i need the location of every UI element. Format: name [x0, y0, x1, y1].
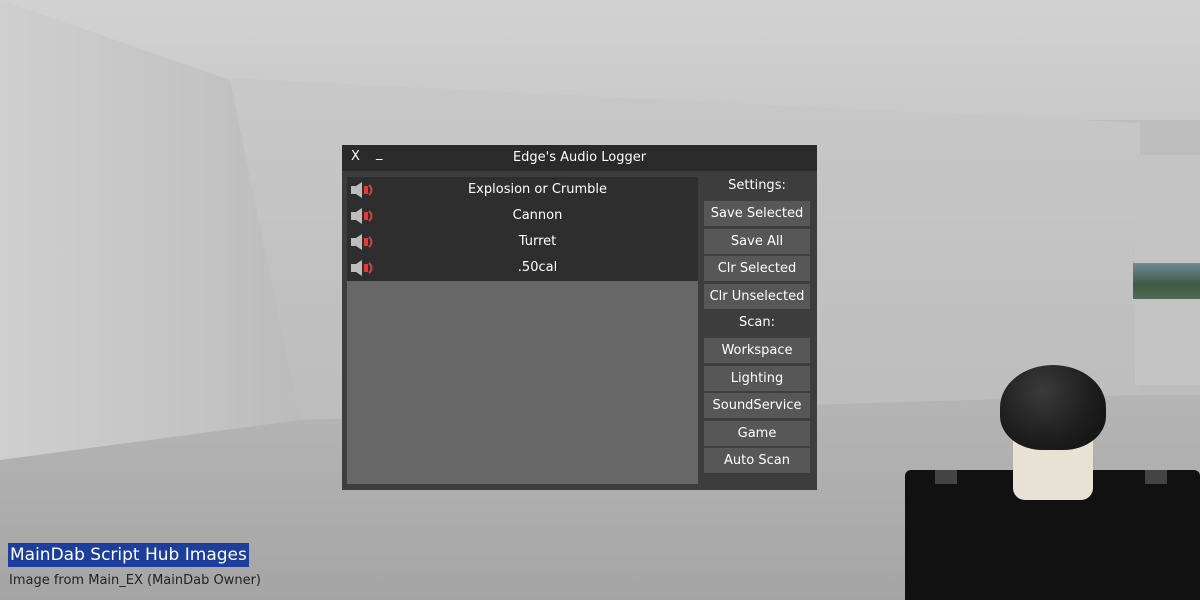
audio-name: Turret	[518, 234, 557, 249]
shoulder-stripe	[935, 470, 957, 484]
shoulder-stripe	[1145, 470, 1167, 484]
save-all-button[interactable]: Save All	[704, 228, 810, 254]
clear-unselected-button[interactable]: Clr Unselected	[704, 283, 810, 309]
window-title: Edge's Audio Logger	[512, 150, 647, 165]
list-item[interactable]: Cannon	[347, 203, 698, 229]
audio-logger-window: X _ Edge's Audio Logger Explosion or Cru…	[342, 145, 817, 490]
list-item[interactable]: .50cal	[347, 255, 698, 281]
side-panel: Settings: Save Selected Save All Clr Sel…	[704, 177, 810, 476]
list-item[interactable]: Explosion or Crumble	[347, 177, 698, 203]
audio-name: Explosion or Crumble	[467, 182, 608, 197]
speaker-icon[interactable]	[349, 233, 377, 251]
speaker-icon[interactable]	[349, 181, 377, 199]
title-bar: X _ Edge's Audio Logger	[342, 145, 817, 171]
watermark-subtitle: Image from Main_EX (MainDab Owner)	[9, 573, 262, 588]
scan-game-button[interactable]: Game	[704, 420, 810, 446]
speaker-icon[interactable]	[349, 207, 377, 225]
distant-window	[1133, 263, 1200, 299]
clear-selected-button[interactable]: Clr Selected	[704, 256, 810, 281]
save-selected-button[interactable]: Save Selected	[704, 201, 810, 226]
character-hat	[1000, 365, 1106, 450]
settings-label: Settings:	[728, 178, 786, 193]
audio-name: .50cal	[517, 260, 558, 275]
audio-name: Cannon	[512, 208, 563, 223]
watermark-title: MainDab Script Hub Images	[8, 543, 249, 567]
scan-lighting-button[interactable]: Lighting	[704, 365, 810, 391]
speaker-icon[interactable]	[349, 259, 377, 277]
audio-list[interactable]: Explosion or Crumble Cannon Turret .50ca…	[347, 177, 698, 484]
auto-scan-button[interactable]: Auto Scan	[704, 448, 810, 473]
scan-soundservice-button[interactable]: SoundService	[704, 393, 810, 418]
list-item[interactable]: Turret	[347, 229, 698, 255]
player-character	[905, 365, 1200, 600]
scan-label: Scan:	[739, 315, 775, 330]
scan-workspace-button[interactable]: Workspace	[704, 338, 810, 363]
